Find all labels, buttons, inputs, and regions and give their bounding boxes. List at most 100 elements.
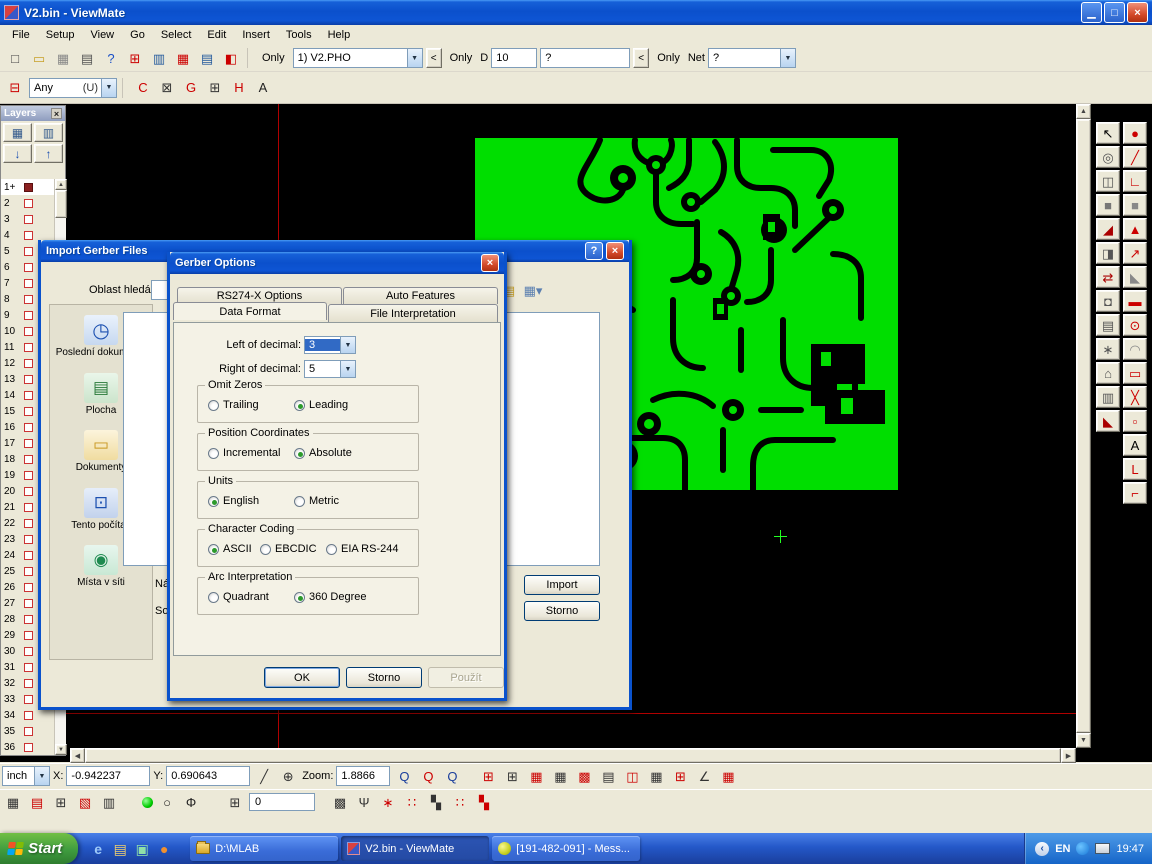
select-mode-button[interactable]: ⊟ [4,77,26,99]
measure-button[interactable]: ◢ [1096,218,1120,240]
menu-item-setup[interactable]: Setup [38,27,83,43]
help-button[interactable]: ? [585,242,603,260]
x-coordinate-field[interactable]: -0.942237 [66,766,150,786]
layer-grid-button[interactable]: ▦ [3,123,32,142]
dcode-value-box[interactable]: 0 [249,793,315,811]
l-shape-button[interactable]: L [1123,458,1147,480]
layer-select[interactable]: 1) V2.PHO ▼ [293,48,423,68]
layer-color-swatch[interactable] [24,375,33,384]
columns-button[interactable]: ▥ [148,47,170,69]
layer-color-swatch[interactable] [24,695,33,704]
layer-color-swatch[interactable] [24,279,33,288]
print-button[interactable]: ▤ [76,47,98,69]
dcode-input[interactable]: 10 [491,48,537,68]
layer-color-swatch[interactable] [24,247,33,256]
grid-b-button[interactable]: ▦ [549,765,571,787]
star-mark-button[interactable]: ∗ [377,791,399,813]
quicklaunch-folder-button[interactable]: ▤ [110,838,130,860]
layer-row-35[interactable]: 35 [1,723,54,739]
select-c-button[interactable]: C [132,77,154,99]
taskbar-task-v2-bin-viewmate[interactable]: V2.bin - ViewMate [341,836,489,861]
layer-color-swatch[interactable] [24,311,33,320]
draw-triangle-button[interactable]: ▲ [1123,218,1147,240]
pattern-a-button[interactable]: ▦ [2,791,24,813]
scroll-up-icon[interactable]: ▲ [55,179,67,190]
only-net-toggle[interactable]: Only [652,50,685,66]
layer-color-swatch[interactable] [24,359,33,368]
close-button[interactable]: × [606,242,624,260]
grid-table-button[interactable]: ⊞ [224,791,246,813]
quicklaunch-desktop-button[interactable]: ▣ [132,838,152,860]
menu-item-go[interactable]: Go [122,27,153,43]
import-cancel-button[interactable]: Storno [524,601,600,621]
dots-b-button[interactable]: ▚ [425,791,447,813]
draw-cross-button[interactable]: ╳ [1123,386,1147,408]
layer-scrollbar-thumb[interactable] [55,190,67,218]
pattern-e-button[interactable]: ▥ [98,791,120,813]
open-folder-button[interactable]: ▭ [28,47,50,69]
grid-g-button[interactable]: ⊞ [669,765,691,787]
layer-up-button[interactable]: ↑ [34,144,63,163]
chevron-down-icon[interactable]: ▼ [340,337,355,353]
quicklaunch-ie-button[interactable]: e [88,838,108,860]
layer-color-swatch[interactable] [24,519,33,528]
layer-color-swatch[interactable] [24,727,33,736]
select-a-button[interactable]: A [252,77,274,99]
menu-item-tools[interactable]: Tools [278,27,320,43]
radio-trailing[interactable]: Trailing [208,399,259,411]
layer-list-button[interactable]: ▥ [34,123,63,142]
title-bar[interactable]: V2.bin - ViewMate ▁ □ × [0,0,1152,25]
select-g-button[interactable]: G [180,77,202,99]
rows-tool-button[interactable]: ▤ [1096,314,1120,336]
select-join-button[interactable]: ⊠ [156,77,178,99]
prev-net-button[interactable]: < [633,48,649,68]
radio-ascii[interactable]: ASCII [208,543,252,555]
draw-filled-rect-button[interactable]: ■ [1123,194,1147,216]
menu-item-insert[interactable]: Insert [234,27,278,43]
draw-polyline-button[interactable]: ∟ [1123,170,1147,192]
tab-auto-features[interactable]: Auto Features [343,287,498,304]
pointer-button[interactable]: ↖ [1096,122,1120,144]
draw-arc-button[interactable]: ◠ [1123,338,1147,360]
layers-close-icon[interactable]: × [51,108,62,119]
grid-f-button[interactable]: ▦ [645,765,667,787]
half-square-button[interactable]: ◧ [220,47,242,69]
circle-aperture-button[interactable]: ○ [156,791,178,813]
draw-bar-button[interactable]: ▬ [1123,290,1147,312]
any-filter-select[interactable]: Any (U) ▼ [29,78,117,98]
scroll-down-icon[interactable]: ▼ [55,744,67,755]
grid-red-button[interactable]: ⊞ [124,47,146,69]
pattern-d-button[interactable]: ▧ [74,791,96,813]
layer-color-swatch[interactable] [24,343,33,352]
import-button[interactable]: Import [524,575,600,595]
scroll-up-icon[interactable]: ▲ [1076,104,1091,119]
grid-d-button[interactable]: ▤ [597,765,619,787]
hide-icons-button[interactable]: ‹ [1035,842,1049,856]
zoom-window-button[interactable]: Q [417,765,439,787]
scroll-down-icon[interactable]: ▼ [1076,733,1091,748]
tray-messenger-icon[interactable] [1076,842,1089,855]
layer-color-swatch[interactable] [24,679,33,688]
cols-tool-button[interactable]: ▥ [1096,386,1120,408]
u-shape-button[interactable]: ⌐ [1123,482,1147,504]
layer-color-swatch[interactable] [24,263,33,272]
highlight-button[interactable]: ◎ [1096,146,1120,168]
layer-color-swatch[interactable] [24,439,33,448]
layer-color-swatch[interactable] [24,599,33,608]
menu-item-view[interactable]: View [82,27,122,43]
vertical-scrollbar-thumb[interactable] [1076,119,1091,733]
draw-rect-button[interactable]: ▭ [1123,362,1147,384]
grid-e-button[interactable]: ◫ [621,765,643,787]
line-style-button[interactable]: ╱ [253,765,275,787]
right-of-decimal-select[interactable]: 5 ▼ [304,360,356,378]
radio-english[interactable]: English [208,495,259,507]
layer-color-swatch[interactable] [24,567,33,576]
zoom-all-button[interactable]: Q [441,765,463,787]
taskbar-task-191-482-091-mess[interactable]: [191-482-091] - Mess... [492,836,640,861]
grid-h-button[interactable]: ▦ [717,765,739,787]
new-file-button[interactable]: □ [4,47,26,69]
ok-button[interactable]: OK [264,667,340,688]
layer-color-swatch[interactable] [24,551,33,560]
dots-c-button[interactable]: ∷ [449,791,471,813]
dcode-filter-input[interactable]: ? [540,48,630,68]
